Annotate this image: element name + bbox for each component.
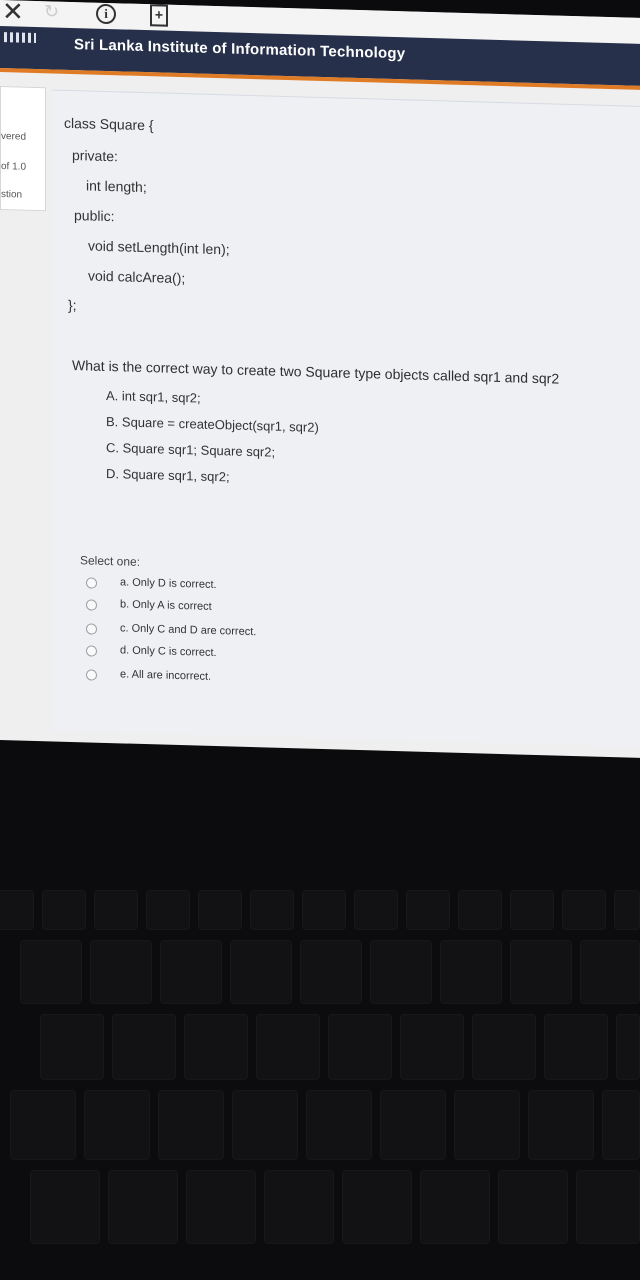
radio-button[interactable] — [86, 599, 97, 611]
question-content: class Square { private: int length; publ… — [52, 89, 640, 748]
keyboard-key — [42, 890, 86, 930]
question-status-label: vered — [1, 131, 27, 143]
keyboard-key — [30, 1170, 100, 1244]
flag-question-label[interactable]: stion — [1, 189, 22, 201]
keyboard-key — [354, 890, 398, 930]
keyboard-key — [406, 890, 450, 930]
add-tab-icon[interactable]: + — [150, 4, 168, 27]
question-mark-label: of 1.0 — [1, 161, 27, 173]
radio-button[interactable] — [86, 623, 97, 635]
keyboard-key — [562, 890, 606, 930]
info-icon[interactable]: i — [96, 3, 116, 25]
keyboard-key — [454, 1090, 520, 1160]
keyboard-key — [400, 1014, 464, 1080]
code-line: class Square { — [64, 114, 154, 134]
code-snippet: class Square { private: int length; publ… — [52, 90, 640, 313]
answer-label[interactable]: a. Only D is correct. — [120, 576, 217, 591]
keyboard-key — [84, 1090, 150, 1160]
code-line: void calcArea(); — [88, 267, 186, 287]
code-line: private: — [72, 147, 118, 165]
keyboard-key — [20, 940, 82, 1004]
code-line: }; — [68, 296, 77, 314]
radio-button[interactable] — [86, 577, 97, 589]
keyboard-key — [302, 890, 346, 930]
keyboard-key — [616, 1014, 640, 1080]
keyboard-key — [264, 1170, 334, 1244]
radio-button[interactable] — [86, 645, 97, 657]
laptop-keyboard — [0, 760, 640, 1280]
institute-logo-icon — [4, 32, 36, 44]
site-title[interactable]: Sri Lanka Institute of Information Techn… — [74, 36, 405, 62]
keyboard-key — [158, 1090, 224, 1160]
keyboard-key — [198, 890, 242, 930]
keyboard-key — [0, 890, 34, 930]
keyboard-key — [614, 890, 640, 930]
keyboard-key — [580, 940, 640, 1004]
code-line: void setLength(int len); — [88, 237, 230, 258]
keyboard-key — [472, 1014, 536, 1080]
laptop-screen: ✕ ↻ i + Sri Lanka Institute of Informati… — [0, 0, 640, 758]
keyboard-key — [510, 940, 572, 1004]
question-text: What is the correct way to create two Sq… — [72, 357, 560, 387]
keyboard-key — [94, 890, 138, 930]
keyboard-key — [10, 1090, 76, 1160]
keyboard-key — [420, 1170, 490, 1244]
keyboard-key — [440, 940, 502, 1004]
keyboard-key — [458, 890, 502, 930]
keyboard-key — [342, 1170, 412, 1244]
keyboard-key — [528, 1090, 594, 1160]
keyboard-key — [230, 940, 292, 1004]
keyboard-key — [498, 1170, 568, 1244]
keyboard-key — [186, 1170, 256, 1244]
question-option: C. Square sqr1; Square sqr2; — [106, 439, 276, 460]
select-one-label: Select one: — [80, 553, 141, 569]
radio-button[interactable] — [86, 669, 97, 681]
question-option: A. int sqr1, sqr2; — [106, 387, 201, 406]
keyboard-key — [146, 890, 190, 930]
keyboard-key — [160, 940, 222, 1004]
question-option: B. Square = createObject(sqr1, sqr2) — [106, 413, 319, 435]
answer-label[interactable]: d. Only C is correct. — [120, 644, 217, 659]
code-line: int length; — [86, 177, 147, 196]
keyboard-key — [232, 1090, 298, 1160]
keyboard-key — [90, 940, 152, 1004]
question-info-panel: vered of 1.0 stion — [0, 86, 46, 212]
keyboard-key — [306, 1090, 372, 1160]
keyboard-key — [380, 1090, 446, 1160]
keyboard-key — [250, 890, 294, 930]
question-option: D. Square sqr1, sqr2; — [106, 465, 230, 485]
keyboard-key — [112, 1014, 176, 1080]
photo-frame: ✕ ↻ i + Sri Lanka Institute of Informati… — [0, 0, 640, 1280]
keyboard-key — [184, 1014, 248, 1080]
keyboard-key — [300, 940, 362, 1004]
keyboard-key — [370, 940, 432, 1004]
reload-icon[interactable]: ↻ — [44, 1, 64, 22]
keyboard-key — [256, 1014, 320, 1080]
keyboard-key — [40, 1014, 104, 1080]
code-line: public: — [74, 207, 115, 225]
answer-label[interactable]: e. All are incorrect. — [120, 668, 211, 683]
keyboard-key — [544, 1014, 608, 1080]
keyboard-key — [328, 1014, 392, 1080]
keyboard-key — [108, 1170, 178, 1244]
answer-label[interactable]: c. Only C and D are correct. — [120, 622, 256, 638]
answer-label[interactable]: b. Only A is correct — [120, 598, 212, 613]
close-icon[interactable]: ✕ — [2, 0, 24, 27]
keyboard-key — [510, 890, 554, 930]
keyboard-key — [602, 1090, 640, 1160]
keyboard-key — [576, 1170, 640, 1244]
